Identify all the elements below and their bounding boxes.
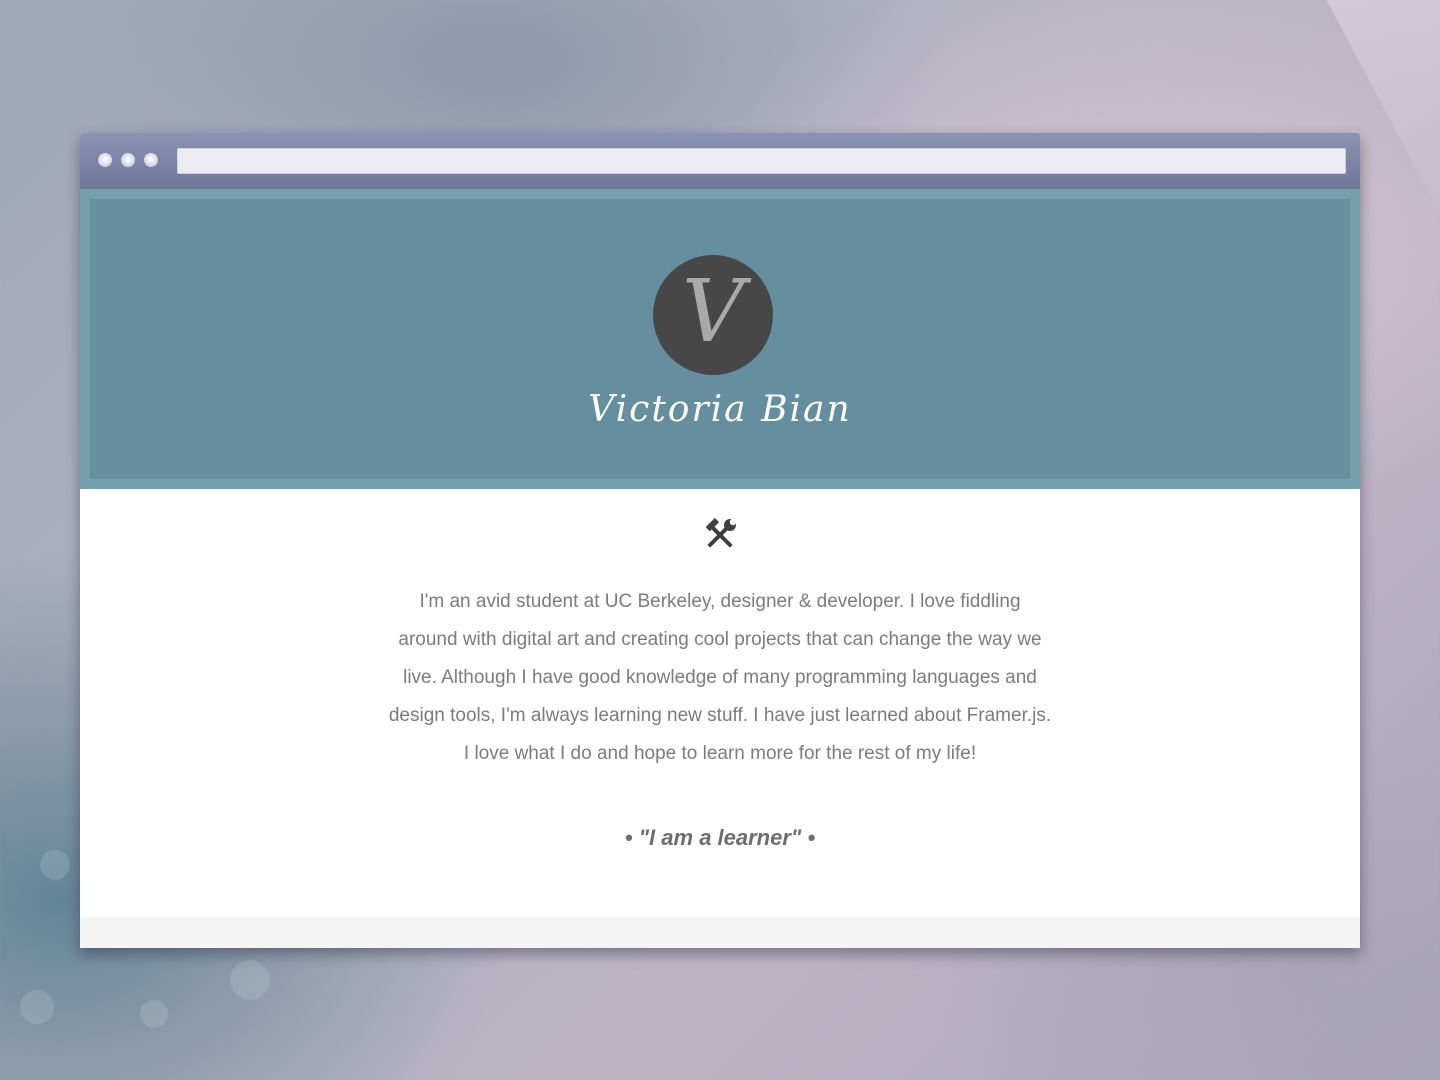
window-dot-maximize[interactable]	[144, 153, 158, 167]
motto-quote: • "I am a learner" •	[624, 825, 816, 850]
window-dot-close[interactable]	[98, 153, 112, 167]
hero-banner: V Victoria Bian	[80, 189, 1360, 489]
site-owner-name: Victoria Bian	[588, 389, 852, 430]
avatar: V	[653, 255, 773, 375]
bio-line: live. Although I have good knowledge of …	[403, 667, 1037, 688]
footer-strip	[80, 917, 1360, 948]
bio-line: design tools, I'm always learning new st…	[388, 705, 1052, 726]
hammer-and-wrench-icon	[706, 518, 737, 548]
bio-paragraph: I'm an avid student at UC Berkeley, desi…	[370, 583, 1070, 773]
browser-toolbar	[80, 133, 1360, 189]
bio-line: around with digital art and creating coo…	[398, 629, 1042, 650]
avatar-monogram: V	[681, 262, 745, 362]
background-bokeh	[40, 850, 70, 880]
address-bar[interactable]	[177, 148, 1346, 174]
background-bokeh	[20, 990, 54, 1024]
about-section: I'm an avid student at UC Berkeley, desi…	[80, 489, 1360, 917]
hero-panel: V Victoria Bian	[90, 199, 1350, 479]
bio-line: I love what I do and hope to learn more …	[463, 743, 977, 764]
window-dot-minimize[interactable]	[121, 153, 135, 167]
bio-line: I'm an avid student at UC Berkeley, desi…	[419, 591, 1021, 612]
background-bokeh	[140, 1000, 168, 1028]
background-bokeh	[230, 960, 270, 1000]
browser-window: V Victoria Bian I'm an avid student at U…	[80, 133, 1360, 948]
